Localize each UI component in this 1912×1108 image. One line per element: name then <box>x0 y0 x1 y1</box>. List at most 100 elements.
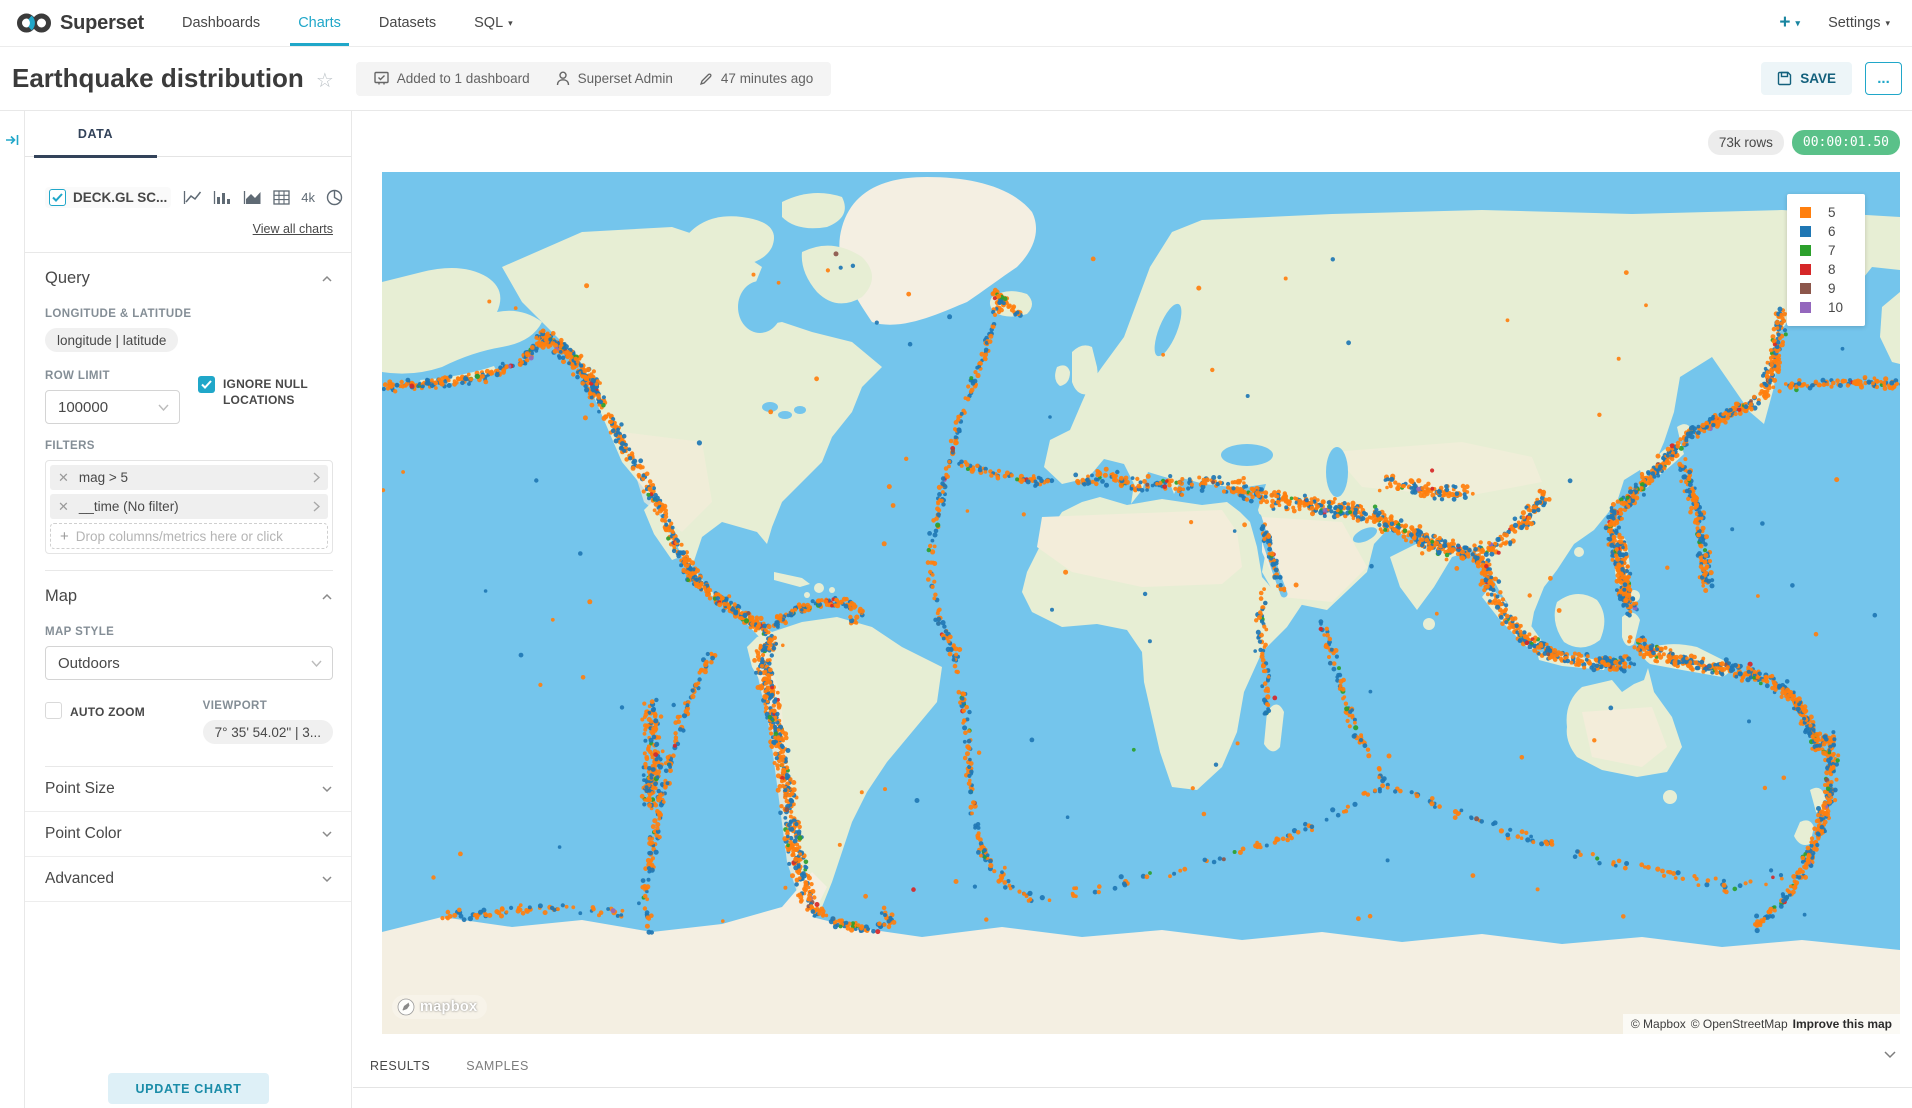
top-navbar: Superset Dashboards Charts Datasets SQL▾… <box>0 0 1912 47</box>
nav-item-datasets[interactable]: Datasets <box>379 0 436 46</box>
filter-row-time[interactable]: ✕ __time (No filter) <box>50 494 328 519</box>
lonlat-label: LONGITUDE & LATITUDE <box>45 308 333 320</box>
favorite-star-icon[interactable]: ☆ <box>316 68 334 93</box>
legend-row: 7 <box>1800 241 1865 260</box>
dashboard-icon <box>374 71 389 86</box>
dashboards-meta[interactable]: Added to 1 dashboard <box>374 71 530 86</box>
close-icon[interactable]: ✕ <box>58 499 69 515</box>
row-limit-select[interactable]: 100000 <box>45 390 180 424</box>
map-style-label: MAP STYLE <box>45 626 333 638</box>
chevron-right-icon <box>313 472 320 483</box>
last-modified-meta[interactable]: 47 minutes ago <box>699 71 813 86</box>
viewport-chip[interactable]: 7° 35' 54.02" | 3... <box>203 720 333 744</box>
section-point-size[interactable]: Point Size <box>25 767 351 812</box>
query-status-badges: 73k rows 00:00:01.50 <box>1708 130 1900 155</box>
chevron-down-icon <box>321 875 333 883</box>
chevron-up-icon <box>321 275 333 283</box>
panel-tabbar: DATA <box>25 111 351 157</box>
legend-swatch <box>1800 264 1811 275</box>
settings-menu[interactable]: Settings▾ <box>1828 15 1890 31</box>
chart-header: Earthquake distribution ☆ Added to 1 das… <box>0 47 1912 111</box>
mapbox-attribution-link[interactable]: © Mapbox <box>1631 1017 1686 1031</box>
lonlat-chip[interactable]: longitude | latitude <box>45 328 178 352</box>
nav-item-charts[interactable]: Charts <box>298 0 341 46</box>
legend-swatch <box>1800 226 1811 237</box>
chevron-down-icon <box>158 404 169 411</box>
legend-swatch <box>1800 302 1811 313</box>
chevron-up-icon <box>321 593 333 601</box>
auto-zoom-checkline[interactable]: AUTO ZOOM <box>45 702 203 744</box>
pie-chart-icon[interactable] <box>326 189 343 206</box>
data-panel: DATA DECK.GL SC... <box>25 111 352 1108</box>
owner-meta[interactable]: Superset Admin <box>556 71 673 86</box>
chart-meta-bar: Added to 1 dashboard Superset Admin 47 m… <box>356 62 831 96</box>
row-count-badge: 73k rows <box>1708 130 1784 155</box>
divider <box>353 1087 1912 1088</box>
chevron-down-icon: ▾ <box>1885 18 1890 29</box>
panel-collapse-rail <box>0 111 25 1108</box>
query-section-header[interactable]: Query <box>45 253 333 292</box>
section-point-color[interactable]: Point Color <box>25 812 351 857</box>
legend-swatch <box>1800 245 1811 256</box>
checkbox-checked-icon <box>49 189 66 206</box>
auto-zoom-label: AUTO ZOOM <box>70 702 145 744</box>
map-section-header[interactable]: Map <box>45 571 333 610</box>
filters-label: FILTERS <box>45 440 333 452</box>
infinity-logo-icon <box>16 11 52 35</box>
collapse-panel-icon[interactable] <box>5 133 20 147</box>
tab-samples[interactable]: SAMPLES <box>466 1059 529 1073</box>
magnitude-legend: 5 6 7 8 9 10 <box>1787 194 1865 326</box>
new-item-button[interactable]: +▾ <box>1779 12 1800 34</box>
checkbox-unchecked-icon[interactable] <box>45 702 62 719</box>
bar-chart-icon[interactable] <box>213 190 232 205</box>
nav-item-sql[interactable]: SQL▾ <box>474 0 513 46</box>
osm-attribution-link[interactable]: © OpenStreetMap <box>1691 1017 1788 1031</box>
save-button[interactable]: SAVE <box>1761 62 1852 95</box>
chart-area: 73k rows 00:00:01.50 <box>353 111 1912 1108</box>
brand-name: Superset <box>60 12 144 35</box>
mapbox-logo[interactable]: mapbox <box>392 995 487 1019</box>
mapbox-icon <box>397 998 415 1016</box>
update-chart-button[interactable]: UPDATE CHART <box>108 1073 269 1104</box>
section-advanced[interactable]: Advanced <box>25 857 351 902</box>
collapse-results-chevron-icon[interactable] <box>1883 1050 1897 1059</box>
legend-swatch <box>1800 207 1811 218</box>
filters-dropzone[interactable]: + Drop columns/metrics here or click <box>50 523 328 549</box>
query-section: Query LONGITUDE & LATITUDE longitude | l… <box>25 253 351 571</box>
viz-count-label[interactable]: 4k <box>301 190 315 205</box>
legend-row: 8 <box>1800 260 1865 279</box>
map-style-select[interactable]: Outdoors <box>45 646 333 680</box>
header-actions: SAVE ... <box>1761 62 1912 95</box>
map-section: Map MAP STYLE Outdoors AUTO ZOOM VIEWPOR… <box>25 571 351 767</box>
line-chart-icon[interactable] <box>183 190 202 205</box>
view-all-charts-link[interactable]: View all charts <box>25 222 333 236</box>
viz-type-selected[interactable]: DECK.GL SC... <box>45 187 171 208</box>
results-pane: RESULTS SAMPLES <box>353 1034 1912 1108</box>
pencil-icon <box>699 72 713 86</box>
nav-item-dashboards[interactable]: Dashboards <box>182 0 260 46</box>
filter-row-mag[interactable]: ✕ mag > 5 <box>50 465 328 490</box>
chevron-down-icon <box>321 830 333 838</box>
checkbox-checked-icon[interactable] <box>198 376 215 393</box>
mapbox-wordmark: mapbox <box>420 999 477 1015</box>
close-icon[interactable]: ✕ <box>58 470 69 486</box>
superset-app: Superset Dashboards Charts Datasets SQL▾… <box>0 0 1912 1108</box>
nav-menu: Dashboards Charts Datasets SQL▾ <box>170 0 513 46</box>
chevron-down-icon: ▾ <box>508 18 513 29</box>
table-icon[interactable] <box>273 190 290 205</box>
world-map[interactable] <box>382 172 1900 1034</box>
area-chart-icon[interactable] <box>243 190 262 205</box>
viz-type-shortcuts: 4k <box>183 189 343 206</box>
legend-row: 10 <box>1800 298 1865 317</box>
improve-map-link[interactable]: Improve this map <box>1793 1017 1892 1031</box>
more-actions-button[interactable]: ... <box>1865 62 1902 95</box>
viewport-label: VIEWPORT <box>203 700 333 712</box>
tab-data[interactable]: DATA <box>34 111 157 157</box>
superset-logo[interactable]: Superset <box>0 11 170 35</box>
ignore-null-checkline[interactable]: IGNORE NULL LOCATIONS <box>198 376 333 424</box>
deckgl-map[interactable]: 5 6 7 8 9 10 mapbox © Mapbox © OpenStree… <box>382 172 1900 1034</box>
tab-results[interactable]: RESULTS <box>370 1059 430 1073</box>
legend-row: 6 <box>1800 222 1865 241</box>
results-tabbar: RESULTS SAMPLES <box>353 1034 1912 1073</box>
ignore-null-label: IGNORE NULL LOCATIONS <box>223 376 333 424</box>
